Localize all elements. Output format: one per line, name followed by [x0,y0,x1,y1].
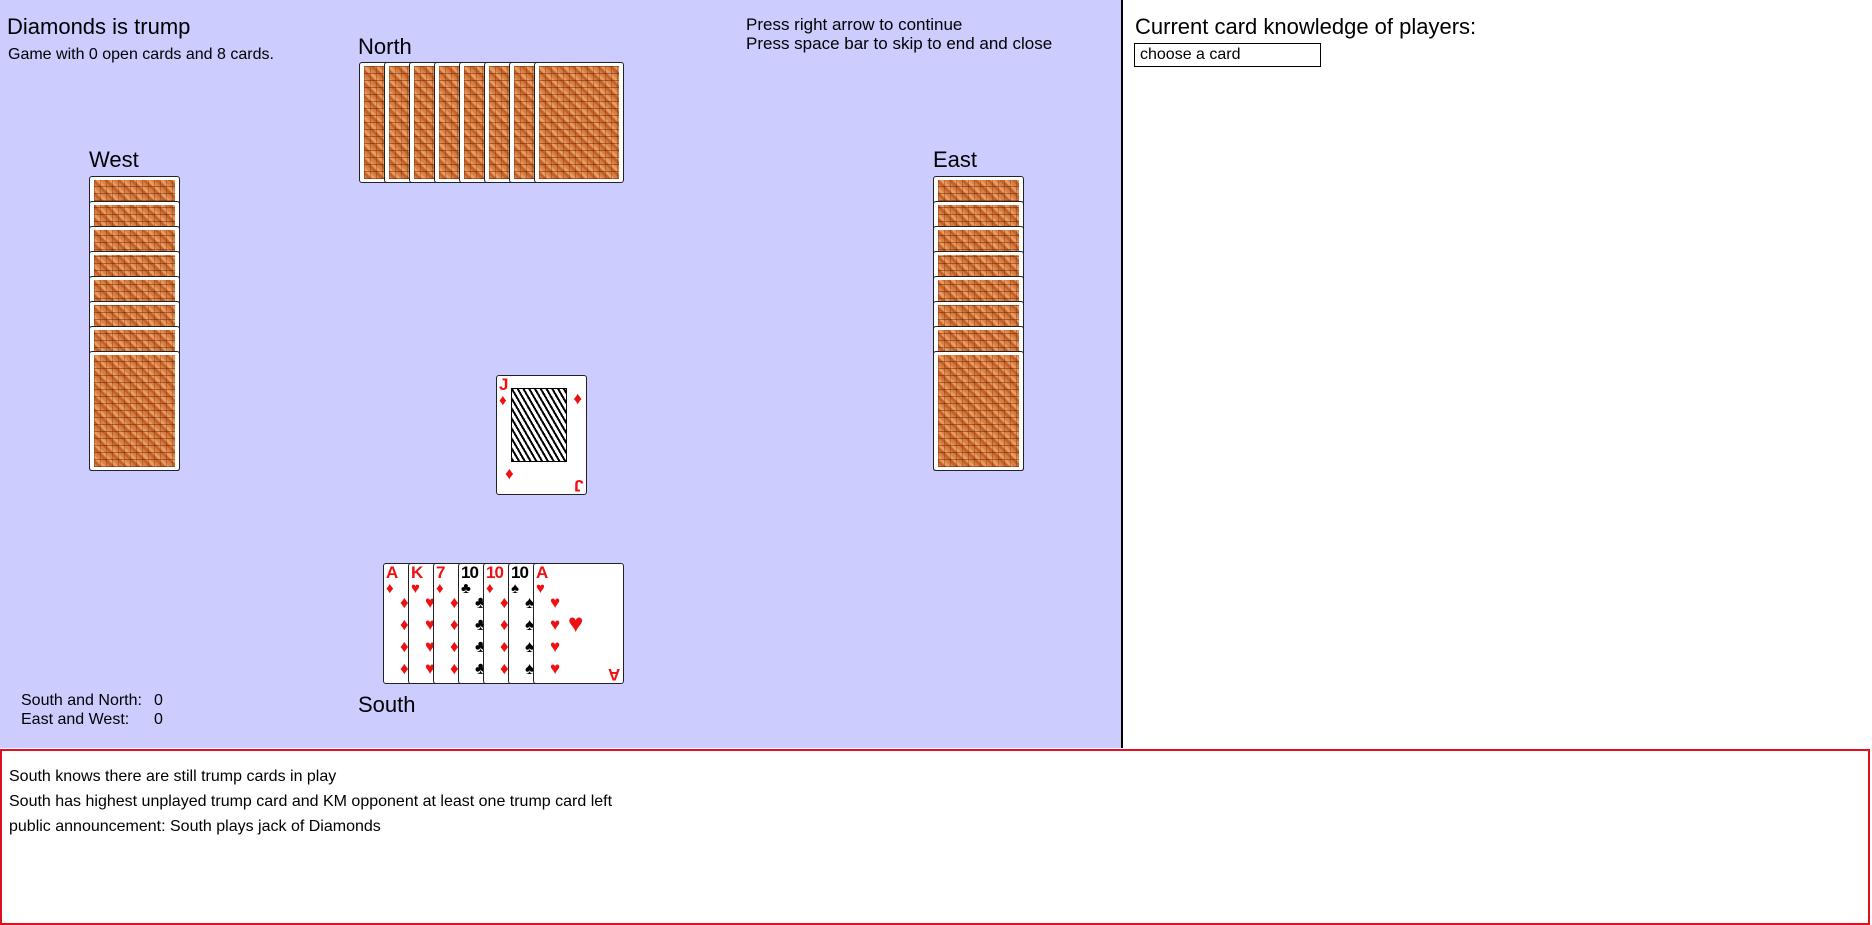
suit-pip-icon: ♥ [550,637,561,656]
jack-face-art [511,388,567,462]
score-south-north: South and North: 0 [21,691,181,710]
card-index: 10 ♠ [511,564,529,596]
west-card-back [89,351,180,471]
suit-pip-icon: ♥ [550,593,561,612]
diamond-pip-icon: ♦ [573,389,582,408]
card-back-pattern [938,355,1019,467]
suit-pip-icon: ♥ [550,659,561,678]
played-card-index-bottom: J [573,476,583,495]
card-suit-icon: ♥ [536,580,545,597]
log-line: South has highest unplayed trump card an… [9,793,613,810]
score-south-north-value: 0 [154,692,163,709]
score-east-west-label: East and West: [21,711,130,728]
score-east-west: East and West: 0 [21,710,181,729]
card-index: 10 ♦ [486,564,504,596]
card-suit-icon: ♦ [386,580,394,597]
card-index: 7 ♦ [436,564,446,597]
card-back-pattern [94,355,175,467]
card-index: K ♥ [411,564,423,597]
heart-center-icon: ♥ [568,608,584,638]
card-back-pattern [539,66,619,179]
north-card-back [534,62,624,183]
card-select-dropdown[interactable]: choose a card [1134,43,1321,67]
card-index-bottom: A [607,665,620,684]
game-info: Game with 0 open cards and 8 cards. [8,46,274,63]
log-line: public announcement: South plays jack of… [9,818,381,835]
suit-pip-icon: ♥ [550,615,561,634]
player-label-east: East [933,147,978,172]
player-label-south: South [358,692,416,717]
log-line: South knows there are still trump cards … [9,768,337,785]
trump-title: Diamonds is trump [7,14,191,39]
card-suit-icon: ♥ [411,580,420,597]
hint-continue: Press right arrow to continue [746,15,963,34]
announcement-log: South knows there are still trump cards … [0,749,1870,925]
knowledge-panel: Current card knowledge of players: [1123,0,1872,748]
east-card-back [933,351,1024,471]
score-east-west-value: 0 [154,711,163,728]
card-suit-icon: ♦ [436,580,444,597]
card-table: Diamonds is trump Game with 0 open cards… [0,0,1123,748]
player-label-west: West [89,147,139,172]
card-index: A ♥ [536,564,548,597]
diamond-pip-icon: ♦ [505,464,514,483]
card-index: A ♦ [386,564,398,597]
player-label-north: North [358,34,412,59]
knowledge-title: Current card knowledge of players: [1135,14,1477,39]
score-south-north-label: South and North: [21,692,142,709]
south-hand-card[interactable]: A ♥ ♥ ♥ ♥ ♥ ♥ A [533,563,624,684]
played-card-index: J ♦ [499,375,509,409]
card-index: 10 ♣ [461,564,479,596]
played-card-jack-of-diamonds: J ♦ ♦ ♦ J [496,375,587,495]
hint-skip: Press space bar to skip to end and close [746,34,1053,53]
